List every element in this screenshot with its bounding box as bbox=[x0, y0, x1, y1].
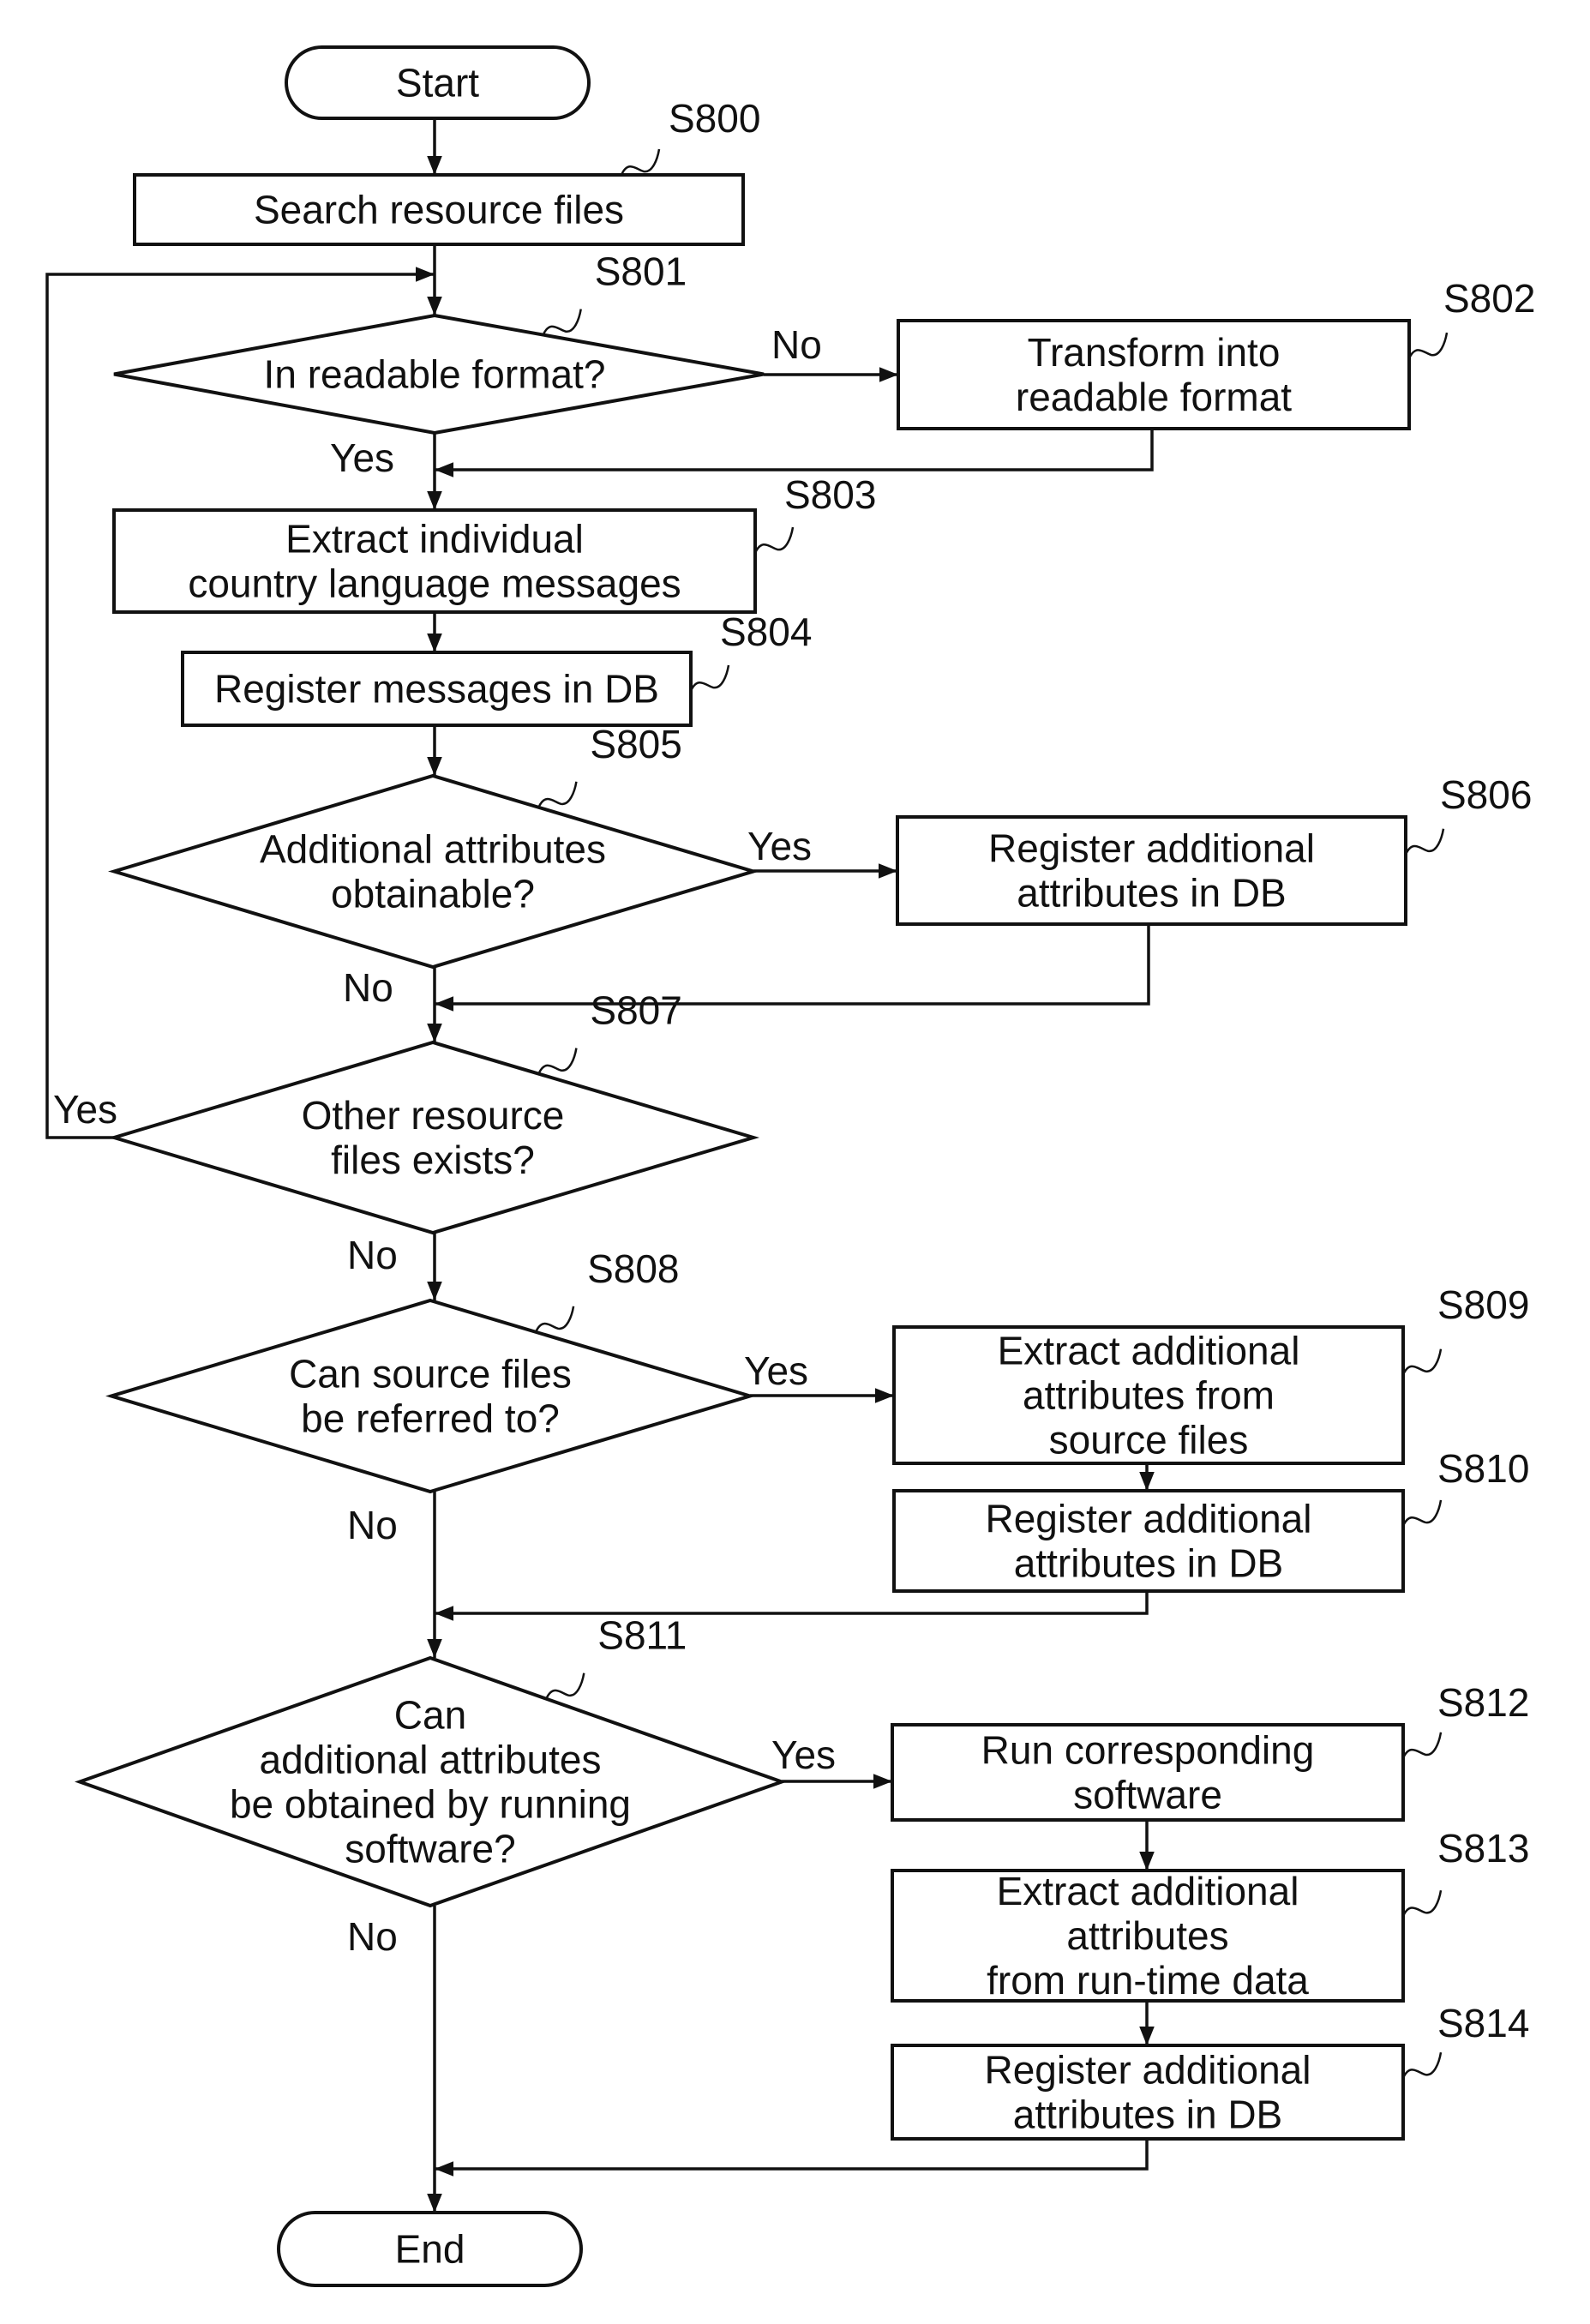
edge-label: No bbox=[771, 322, 822, 367]
node-s812: Run correspondingsoftware S812 bbox=[891, 1680, 1529, 1822]
ref-leader-line bbox=[1401, 1348, 1443, 1376]
step-ref-label: S806 bbox=[1440, 772, 1532, 817]
flowchart: Start Search resource files S800 In readabl… bbox=[45, 45, 1535, 2287]
node-text: Search resource files bbox=[254, 188, 624, 232]
node-text: End bbox=[395, 2227, 465, 2272]
node-text: Extract individual bbox=[285, 517, 584, 561]
node-s813: Extract additionalattributesfrom run-tim… bbox=[891, 1826, 1529, 2003]
node-text: software? bbox=[345, 1827, 515, 1871]
ref-leader-line bbox=[1401, 2051, 1443, 2079]
ref-leader-line bbox=[689, 664, 730, 692]
step-ref-label: S802 bbox=[1443, 276, 1535, 321]
node-text: Extract additional bbox=[998, 1329, 1300, 1373]
node-text: In readable format? bbox=[264, 352, 606, 397]
node-text: software bbox=[1073, 1773, 1222, 1817]
ref-leader-line bbox=[542, 309, 582, 336]
node-text: be referred to? bbox=[301, 1396, 560, 1441]
node-text: attributes from bbox=[1023, 1373, 1275, 1418]
node-s803: Extract individualcountry language messa… bbox=[112, 472, 876, 614]
node-text: Register additional bbox=[984, 2048, 1311, 2093]
node-text: additional attributes bbox=[260, 1738, 602, 1782]
step-ref-label: S811 bbox=[597, 1613, 687, 1658]
edge-label: Yes bbox=[744, 1348, 808, 1393]
node-text: Can bbox=[394, 1693, 466, 1738]
ref-leader-line bbox=[1404, 828, 1445, 856]
arrow-s814-return bbox=[435, 2139, 1149, 2177]
step-ref-label: S801 bbox=[595, 249, 687, 294]
step-ref-label: S803 bbox=[784, 472, 876, 517]
edge-label: Yes bbox=[747, 824, 812, 868]
node-end: End bbox=[277, 2211, 583, 2287]
node-s806: Register additionalattributes in DB S806 bbox=[896, 772, 1532, 926]
edge-label: No bbox=[347, 1503, 398, 1547]
node-text: source files bbox=[1049, 1418, 1249, 1462]
ref-leader-line bbox=[1401, 1889, 1443, 1917]
ref-leader-line bbox=[620, 148, 661, 176]
node-text: files exists? bbox=[331, 1138, 535, 1182]
node-text: obtainable? bbox=[331, 872, 535, 916]
node-s811: Canadditional attributesbe obtained by r… bbox=[74, 1613, 788, 1908]
arrow-s810-return bbox=[435, 1591, 1149, 1621]
node-text: from run-time data bbox=[987, 1958, 1309, 2003]
node-s801: In readable format? S801 bbox=[113, 249, 765, 435]
node-text: Register additional bbox=[988, 826, 1315, 871]
ref-leader-line bbox=[1407, 332, 1449, 359]
ref-leader-line bbox=[545, 1672, 585, 1700]
node-text: attributes in DB bbox=[1013, 2093, 1282, 2137]
node-s814: Register additionalattributes in DB S814 bbox=[891, 2001, 1529, 2141]
step-ref-label: S804 bbox=[720, 610, 812, 654]
edge-label: No bbox=[347, 1233, 398, 1277]
step-ref-label: S807 bbox=[590, 988, 681, 1033]
node-start: Start bbox=[285, 45, 591, 120]
node-text: Extract additional bbox=[997, 1869, 1299, 1913]
ref-leader-line bbox=[537, 781, 578, 808]
node-s809: Extract additionalattributes fromsource … bbox=[892, 1282, 1529, 1465]
node-s810: Register additionalattributes in DB S810 bbox=[892, 1446, 1529, 1593]
node-text: Transform into bbox=[1028, 330, 1281, 375]
node-text: readable format bbox=[1016, 375, 1292, 419]
edge-label: Yes bbox=[771, 1732, 836, 1777]
node-text: Run corresponding bbox=[981, 1728, 1315, 1773]
arrow-s802-return bbox=[435, 429, 1154, 477]
step-ref-label: S808 bbox=[587, 1246, 679, 1291]
node-text: Additional attributes bbox=[260, 827, 606, 872]
edge-label: Yes bbox=[53, 1087, 117, 1132]
node-text: Start bbox=[396, 61, 479, 105]
node-text: Can source files bbox=[289, 1352, 572, 1396]
edge-label: Yes bbox=[330, 435, 394, 480]
node-text: be obtained by running bbox=[230, 1782, 631, 1827]
step-ref-label: S805 bbox=[590, 722, 681, 766]
node-text: Other resource bbox=[302, 1093, 565, 1138]
node-text: attributes in DB bbox=[1017, 871, 1286, 916]
node-s802: Transform intoreadable format S802 bbox=[897, 276, 1535, 430]
ref-leader-line bbox=[753, 526, 795, 554]
edge-label: No bbox=[343, 965, 393, 1010]
node-s804: Register messages in DB S804 bbox=[181, 610, 812, 727]
step-ref-label: S812 bbox=[1437, 1680, 1529, 1725]
edge-label: No bbox=[347, 1914, 398, 1959]
ref-leader-line bbox=[534, 1306, 575, 1333]
step-ref-label: S810 bbox=[1437, 1446, 1529, 1491]
ref-leader-line bbox=[537, 1048, 578, 1075]
ref-leader-line bbox=[1401, 1732, 1443, 1759]
node-s808: Can source filesbe referred to? S808 bbox=[105, 1246, 756, 1494]
step-ref-label: S800 bbox=[669, 96, 760, 141]
step-ref-label: S814 bbox=[1437, 2001, 1529, 2045]
node-text: Register additional bbox=[985, 1497, 1311, 1541]
node-text: attributes bbox=[1066, 1913, 1228, 1958]
node-text: country language messages bbox=[188, 561, 681, 606]
step-ref-label: S813 bbox=[1437, 1826, 1529, 1871]
ref-leader-line bbox=[1401, 1499, 1443, 1527]
node-text: attributes in DB bbox=[1014, 1541, 1283, 1586]
step-ref-label: S809 bbox=[1437, 1282, 1529, 1327]
node-text: Register messages in DB bbox=[214, 667, 659, 712]
